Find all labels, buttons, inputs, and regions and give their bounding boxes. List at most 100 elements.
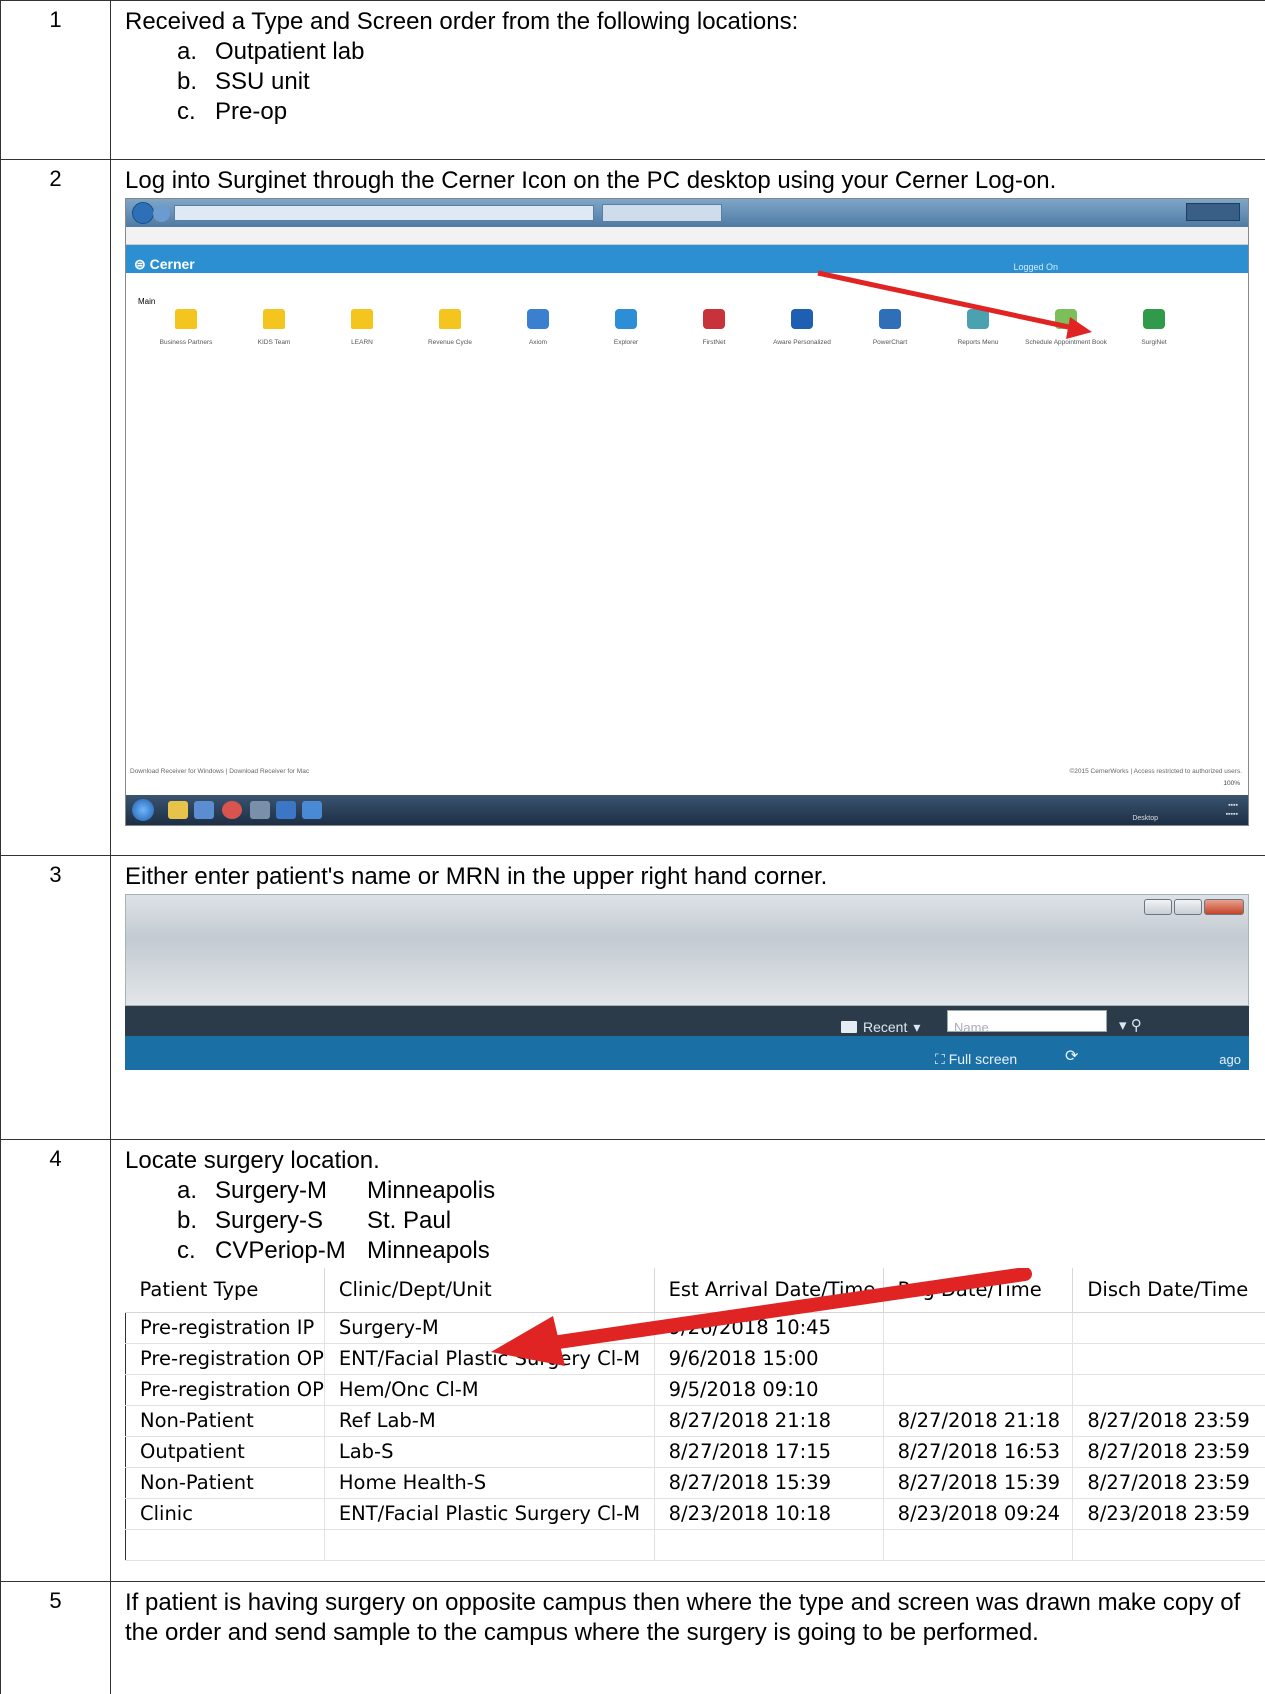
table-row[interactable]: Pre-registration OP ENT/Facial Plastic Su…: [125, 1342, 1265, 1375]
full-screen-button[interactable]: ⛶ Full screen: [935, 1044, 1017, 1074]
table-cell: 8/23/2018 10:18: [653, 1497, 884, 1530]
app-icon-label: FirstNet: [702, 339, 726, 346]
table-cell: [882, 1311, 1074, 1344]
back-button[interactable]: [132, 202, 154, 224]
table-row[interactable]: Pre-registration IP Surgery-M 9/26/2018 10…: [125, 1311, 1265, 1344]
folder-icon: [841, 1021, 857, 1033]
app-icon-kids-team[interactable]: KIDS Team: [232, 309, 316, 346]
app-icon-label: SurgiNet: [1141, 339, 1167, 346]
app-icon[interactable]: [302, 801, 322, 819]
table-cell: 8/27/2018 23:59: [1072, 1466, 1265, 1499]
table-cell: Hem/Onc Cl-M: [323, 1373, 655, 1406]
chrome-icon[interactable]: [222, 801, 242, 819]
app-icon-label: Schedule Appointment Book: [1025, 339, 1107, 346]
table-cell: [323, 1528, 655, 1561]
explorer-icon[interactable]: [168, 801, 188, 819]
table-cell: Non-Patient: [125, 1466, 325, 1499]
encounter-table: Patient Type Clinic/Dept/Unit Est Arrival …: [125, 1268, 1265, 1561]
location-city: Minneapolis: [367, 1177, 496, 1204]
favorites-bar: [126, 227, 1248, 245]
table-cell: [1072, 1528, 1265, 1561]
table-row[interactable]: Clinic ENT/Facial Plastic Surgery Cl-M 8/2…: [125, 1497, 1265, 1530]
step-row-2: 2 Log into Surginet through the Cerner I…: [0, 159, 1265, 856]
table-cell: [1072, 1311, 1265, 1344]
table-cell: [653, 1528, 884, 1561]
footer-copyright: ©2015 CernerWorks | Access restricted to…: [1069, 768, 1242, 775]
location-name: CVPeriop-M: [215, 1237, 346, 1264]
app-icon-reports-menu[interactable]: Reports Menu: [936, 309, 1020, 346]
column-header[interactable]: Est Arrival Date/Time: [654, 1268, 884, 1313]
app-icon-grid: Business Partners KIDS Team LEARN Revenue C…: [144, 309, 1167, 369]
cerner-desktop-screenshot: ⊜ Cerner Logged On Main Business Partner…: [125, 198, 1249, 826]
table-cell: 8/27/2018 21:18: [882, 1404, 1074, 1437]
step-content: Locate surgery location. a. Surgery-M Minn…: [110, 1139, 1265, 1582]
app-icon-powerchart[interactable]: PowerChart: [848, 309, 932, 346]
step-row-5: 5 If patient is having surgery on opposi…: [0, 1581, 1265, 1694]
desktop-label[interactable]: Desktop: [1132, 804, 1158, 825]
list-letter: c.: [177, 1237, 196, 1264]
cerner-header-bar: ⊜ Cerner Logged On: [126, 245, 1248, 273]
column-header[interactable]: Clinic/Dept/Unit: [324, 1268, 655, 1313]
table-cell: 8/23/2018 09:24: [882, 1497, 1074, 1530]
list-letter: a.: [177, 1177, 198, 1204]
location-list: a. Outpatient lab b. SSU unit c. Pre-op: [125, 37, 1253, 127]
column-header[interactable]: Disch Date/Time: [1072, 1268, 1265, 1313]
window-buttons: [1144, 899, 1244, 915]
table-row[interactable]: Non-Patient Ref Lab-M 8/27/2018 21:18 8/27/…: [125, 1404, 1265, 1437]
footer-download-links[interactable]: Download Receiver for Windows | Download…: [130, 757, 309, 787]
surginet-header-screenshot: Recent ▾ Name ▾ ⚲ ⛶ Full screen ⟳ ago: [125, 894, 1249, 1104]
step-content: Either enter patient's name or MRN in th…: [110, 855, 1265, 1140]
close-button[interactable]: [1204, 899, 1244, 915]
app-icon-learn[interactable]: LEARN: [320, 309, 404, 346]
maximize-button[interactable]: [1174, 899, 1202, 915]
ie-icon[interactable]: [194, 801, 214, 819]
table-row[interactable]: [125, 1528, 1265, 1561]
table-cell: 9/5/2018 09:10: [653, 1373, 884, 1406]
table-cell: [1072, 1342, 1265, 1375]
app-icon-surginet[interactable]: SurgiNet: [1112, 309, 1196, 346]
mail-icon[interactable]: [276, 801, 296, 819]
start-button[interactable]: [132, 799, 154, 821]
list-item: c. CVPeriop-M Minneapols: [177, 1236, 1265, 1266]
app-icon-schedule-appointment-book[interactable]: Schedule Appointment Book: [1024, 309, 1108, 346]
minimize-button[interactable]: [1144, 899, 1172, 915]
list-item: b. Surgery-S St. Paul: [177, 1206, 1265, 1236]
step-number: 3: [0, 855, 111, 1140]
table-cell: Outpatient: [125, 1435, 325, 1468]
application-icon: [967, 309, 989, 329]
list-letter: a.: [177, 38, 198, 65]
app-icon-firstnet[interactable]: FirstNet: [672, 309, 756, 346]
step-number: 5: [0, 1581, 111, 1694]
encounter-list-screenshot: Patient Type Clinic/Dept/Unit Est Arrival …: [125, 1268, 1265, 1561]
browser-tab[interactable]: [602, 204, 722, 222]
app-icon-explorer[interactable]: Explorer: [584, 309, 668, 346]
list-item: c. Pre-op: [177, 97, 1253, 127]
table-row[interactable]: Pre-registration OP Hem/Onc Cl-M 9/5/2018 …: [125, 1373, 1265, 1406]
step-text: Locate surgery location.: [125, 1147, 380, 1174]
column-header[interactable]: Reg Date/Time: [883, 1268, 1074, 1313]
app-icon-revenue-cycle[interactable]: Revenue Cycle: [408, 309, 492, 346]
refresh-icon[interactable]: ⟳: [1065, 1042, 1078, 1072]
table-row[interactable]: Outpatient Lab-S 8/27/2018 17:15 8/27/2018 …: [125, 1435, 1265, 1468]
table-cell: 8/23/2018 23:59: [1072, 1497, 1265, 1530]
table-cell: 9/6/2018 15:00: [653, 1342, 884, 1375]
app-icon-axiom[interactable]: Axiom: [496, 309, 580, 346]
step-text: Received a Type and Screen order from th…: [125, 8, 799, 35]
table-cell: Ref Lab-M: [323, 1404, 655, 1437]
address-bar[interactable]: [174, 205, 594, 221]
surgery-location-list: a. Surgery-M Minneapolis b. Surgery-S St. Pa…: [125, 1176, 1265, 1266]
column-header[interactable]: Patient Type: [125, 1268, 325, 1313]
forward-button[interactable]: [153, 205, 170, 222]
app-icon-business-partners[interactable]: Business Partners: [144, 309, 228, 346]
app-icon-label: KIDS Team: [257, 339, 291, 346]
app-icon-aware-personalized[interactable]: Aware Personalized: [760, 309, 844, 346]
patient-name-input[interactable]: Name: [947, 1010, 1107, 1035]
window-controls[interactable]: [1186, 203, 1240, 221]
procedure-steps-table: 1 Received a Type and Screen order from …: [0, 0, 1265, 1694]
list-item: a. Outpatient lab: [177, 37, 1253, 67]
app-icon-label: Aware Personalized: [773, 339, 831, 346]
app-icon-label: Business Partners: [159, 339, 213, 346]
table-row[interactable]: Non-Patient Home Health-S 8/27/2018 15:39 8…: [125, 1466, 1265, 1499]
folder-icon: [439, 309, 461, 329]
network-icon[interactable]: [250, 801, 270, 819]
